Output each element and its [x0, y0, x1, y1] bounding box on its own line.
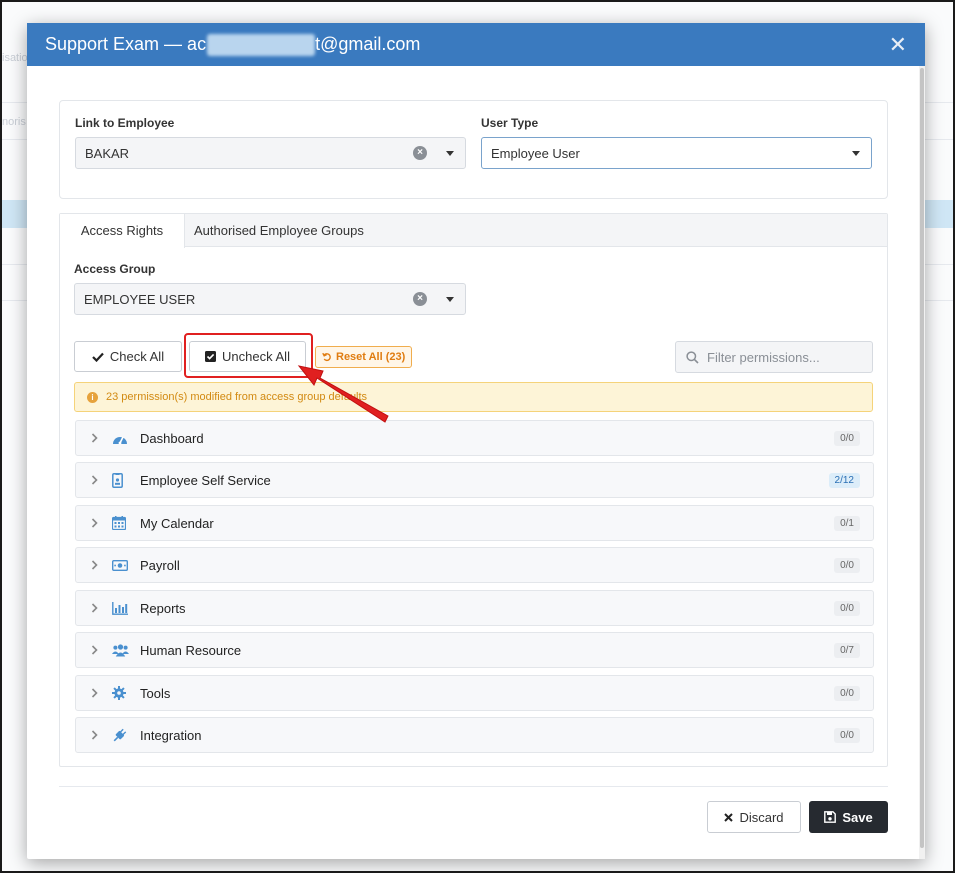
money-icon	[112, 559, 140, 571]
modified-permissions-alert: i 23 permission(s) modified from access …	[74, 382, 873, 412]
discard-button[interactable]: Discard	[707, 801, 801, 833]
permission-row-employee-self-service[interactable]: Employee Self Service 2/12	[75, 462, 874, 498]
checkbox-checked-icon	[205, 351, 217, 362]
modal-header: Support Exam — ac t@gmail.com ✕	[27, 23, 925, 66]
users-icon	[112, 643, 140, 657]
user-type-value: Employee User	[491, 145, 580, 161]
save-label: Save	[842, 809, 873, 825]
permission-count-badge: 2/12	[828, 472, 860, 488]
link-employee-value: BAKAR	[85, 145, 130, 161]
chevron-right-icon[interactable]	[76, 730, 112, 740]
plug-icon	[112, 728, 140, 743]
reset-all-button[interactable]: Reset All (23)	[315, 346, 413, 368]
tab-authorised-employee-groups[interactable]: Authorised Employee Groups	[184, 214, 374, 247]
link-employee-label: Link to Employee	[75, 116, 175, 130]
uncheck-all-label: Uncheck All	[222, 349, 290, 364]
permission-row-payroll[interactable]: Payroll 0/0	[75, 547, 874, 583]
modal-scrollbar-thumb[interactable]	[920, 68, 924, 848]
info-icon: i	[87, 391, 98, 403]
check-icon	[92, 352, 104, 362]
tab-strip: Access Rights Authorised Employee Groups	[60, 214, 887, 248]
dashboard-icon	[112, 432, 140, 445]
floppy-disk-icon	[824, 811, 837, 823]
close-icon	[724, 812, 734, 822]
reset-all-label: Reset All (23)	[336, 351, 406, 363]
chevron-right-icon[interactable]	[76, 603, 112, 613]
access-group-label: Access Group	[74, 262, 156, 276]
access-tabs-panel: Access Rights Authorised Employee Groups…	[59, 213, 888, 767]
caret-down-icon[interactable]	[446, 151, 454, 156]
permission-name: Tools	[140, 685, 171, 701]
link-employee-select[interactable]: BAKAR ×	[75, 137, 466, 169]
footer-divider	[59, 786, 888, 787]
permission-name: Reports	[140, 600, 186, 616]
employee-card: Link to Employee BAKAR × User Type Emplo…	[59, 100, 888, 199]
permission-row-integration[interactable]: Integration 0/0	[75, 717, 874, 753]
permission-count-badge: 0/0	[834, 727, 860, 743]
access-group-value: EMPLOYEE USER	[84, 291, 196, 307]
modal-title-suffix: t@gmail.com	[315, 34, 421, 54]
bg-text-fragment: isatio	[2, 52, 28, 64]
check-all-button[interactable]: Check All	[74, 341, 182, 372]
calendar-icon	[112, 516, 140, 530]
chevron-right-icon[interactable]	[76, 645, 112, 655]
close-icon[interactable]: ✕	[889, 33, 907, 56]
id-badge-icon	[112, 472, 140, 488]
caret-down-icon[interactable]	[446, 297, 454, 302]
permission-count-badge: 0/0	[834, 430, 860, 446]
permission-row-my-calendar[interactable]: My Calendar 0/1	[75, 505, 874, 541]
permission-name: Dashboard	[140, 430, 204, 446]
user-type-select[interactable]: Employee User	[481, 137, 872, 169]
chevron-right-icon[interactable]	[76, 518, 112, 528]
clear-icon[interactable]: ×	[413, 146, 427, 160]
save-button[interactable]: Save	[809, 801, 888, 833]
gear-icon	[112, 686, 140, 700]
user-type-label: User Type	[481, 116, 539, 130]
check-all-label: Check All	[109, 349, 165, 364]
permission-name: Integration	[140, 727, 202, 743]
chevron-right-icon[interactable]	[76, 433, 112, 443]
modal-title: Support Exam — ac t@gmail.com	[45, 33, 421, 56]
permission-name: My Calendar	[140, 515, 214, 531]
chevron-right-icon[interactable]	[76, 560, 112, 570]
permission-count-badge: 0/1	[834, 515, 860, 531]
discard-label: Discard	[739, 809, 784, 825]
bg-text-fragment: noris	[2, 116, 26, 128]
chevron-right-icon[interactable]	[76, 688, 112, 698]
alert-text: 23 permission(s) modified from access gr…	[106, 391, 368, 403]
undo-icon	[322, 352, 331, 362]
permission-row-dashboard[interactable]: Dashboard 0/0	[75, 420, 874, 456]
permission-name: Employee Self Service	[140, 472, 271, 488]
caret-down-icon[interactable]	[852, 151, 860, 156]
permission-row-tools[interactable]: Tools 0/0	[75, 675, 874, 711]
uncheck-all-button[interactable]: Uncheck All	[189, 341, 306, 372]
permission-name: Payroll	[140, 557, 180, 573]
access-group-select[interactable]: EMPLOYEE USER ×	[74, 283, 466, 315]
permission-name: Human Resource	[140, 642, 242, 658]
filter-placeholder: Filter permissions...	[707, 349, 820, 365]
permission-count-badge: 0/0	[834, 600, 860, 616]
permission-count-badge: 0/0	[834, 557, 860, 573]
bar-chart-icon	[112, 601, 140, 615]
permission-count-badge: 0/7	[834, 642, 860, 658]
chevron-right-icon[interactable]	[76, 475, 112, 485]
tab-access-rights[interactable]: Access Rights	[60, 214, 185, 248]
support-exam-modal: Support Exam — ac t@gmail.com ✕ Link to …	[27, 23, 925, 859]
search-icon	[686, 350, 699, 364]
clear-icon[interactable]: ×	[413, 292, 427, 306]
permission-row-reports[interactable]: Reports 0/0	[75, 590, 874, 626]
redacted-email-segment	[207, 33, 316, 56]
modal-title-prefix: Support Exam — ac	[45, 34, 207, 54]
permission-count-badge: 0/0	[834, 685, 860, 701]
permission-row-human-resource[interactable]: Human Resource 0/7	[75, 632, 874, 668]
filter-permissions-input[interactable]: Filter permissions...	[675, 341, 873, 373]
